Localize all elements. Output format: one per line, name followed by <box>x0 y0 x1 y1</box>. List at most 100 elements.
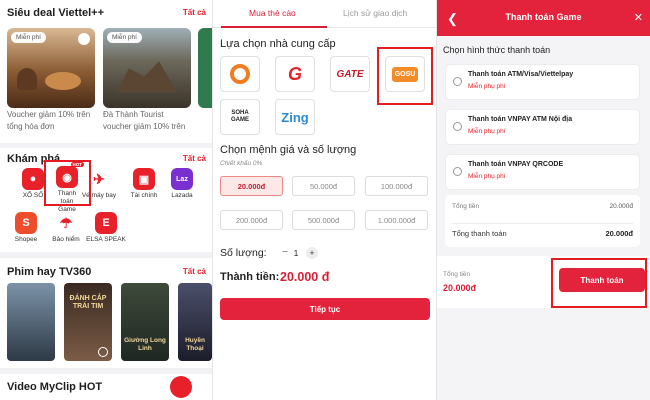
plane-icon: ✈ <box>88 168 110 190</box>
deal-line2: voucher giảm 10% trên <box>103 122 186 131</box>
clips-title: Video MyClip HOT <box>7 381 103 393</box>
poster-title: Huyền Thoại <box>185 337 205 352</box>
deal-line1: Voucher giảm 10% trên <box>7 110 91 119</box>
movies-title: Phim hay TV360 <box>7 266 92 278</box>
deals-section: Siêu deal Viettel++ Tất cả Miễn phí Vouc… <box>0 0 212 143</box>
quantity-plus-button[interactable]: + <box>306 247 318 259</box>
payment-method-vnpay-atm[interactable]: Thanh toán VNPAY ATM Nội địa Miễn phụ ph… <box>445 109 640 145</box>
movies-see-all-link[interactable]: Tất cả <box>183 267 206 276</box>
elsa-icon: E <box>95 212 117 234</box>
food-icon <box>17 68 37 90</box>
method-fee: Miễn phụ phí <box>468 83 506 90</box>
payment-method-vnpay-qr[interactable]: Thanh toán VNPAY QRCODE Miễn phụ phí <box>445 154 640 190</box>
price-option-selected[interactable]: 20.000đ <box>220 176 283 196</box>
price-option[interactable]: 500.000đ <box>292 210 355 230</box>
radio-button[interactable] <box>453 122 462 131</box>
price-title: Chọn mệnh giá và số lượng <box>220 144 357 156</box>
wallet-icon: ▣ <box>133 168 155 190</box>
provider-zing[interactable]: Zing <box>275 99 315 135</box>
gate-logo-icon: GATE <box>336 68 364 80</box>
partner-logo-icon <box>78 33 90 45</box>
divider <box>452 223 633 224</box>
deals-see-all-link[interactable]: Tất cả <box>183 8 206 17</box>
provider-gate[interactable]: GATE <box>330 56 370 92</box>
tab-indicator <box>221 26 327 28</box>
provider-garena[interactable]: G <box>275 56 315 92</box>
explore-section: Khám phá Tất cả ● XỔ SỐ ◉ HOT Thanh toán… <box>0 148 212 252</box>
food-icon <box>45 72 81 90</box>
app-lazada[interactable]: Laz Lazada <box>158 168 206 200</box>
deal-card[interactable]: Miễn phí Voucher giảm 10% trên tổng hóa … <box>7 28 95 132</box>
total-label: Thành tiền: <box>220 271 280 283</box>
mascot-icon[interactable] <box>170 376 192 398</box>
continue-button[interactable]: Tiếp tục <box>220 298 430 320</box>
method-name: Thanh toán VNPAY ATM Nội địa <box>468 116 573 123</box>
deal-card[interactable]: Miễn phí Đà Thành Tourist voucher giảm 1… <box>103 28 191 132</box>
quantity-value[interactable]: 1 <box>290 248 302 258</box>
play-icon <box>98 347 108 357</box>
free-tag: Miễn phí <box>11 32 46 43</box>
discount-text: Chiết khấu 0% <box>220 160 263 167</box>
poster-title: Giường Long Linh <box>124 337 166 352</box>
price-option[interactable]: 50.000đ <box>292 176 355 196</box>
game-payment-panel: ❮ Thanh toán Game ✕ Chọn hình thức thanh… <box>437 0 650 400</box>
deal-card-peek <box>198 28 212 108</box>
provider-title: Lựa chọn nhà cung cấp <box>220 38 336 50</box>
quantity-label: Số lượng: <box>220 247 267 259</box>
movie-poster[interactable] <box>7 283 55 361</box>
clips-section: Video MyClip HOT <box>0 374 212 400</box>
price-option[interactable]: 1.000.000đ <box>365 210 428 230</box>
summary-card: Tổng tiền 20.000đ Tổng thanh toán 20.000… <box>445 195 640 247</box>
highlight-box-gosu <box>377 47 433 105</box>
viettel-home-panel: Siêu deal Viettel++ Tất cả Miễn phí Vouc… <box>0 0 212 400</box>
provider-funtap[interactable] <box>220 56 260 92</box>
subtotal-label: Tổng tiền <box>452 203 480 210</box>
tab-bar: Mua thẻ cào Lịch sử giao dịch <box>213 0 436 28</box>
payment-method-atm-visa[interactable]: Thanh toán ATM/Visa/Viettelpay Miễn phụ … <box>445 64 640 100</box>
header-bar: ❮ Thanh toán Game ✕ <box>437 0 650 36</box>
deal-image: Miễn phí <box>103 28 191 108</box>
radio-button[interactable] <box>453 167 462 176</box>
header-title: Thanh toán Game <box>505 12 582 22</box>
app-label: Lazada <box>171 192 193 199</box>
lottery-icon: ● <box>22 168 44 190</box>
method-fee: Miễn phụ phí <box>468 173 506 180</box>
price-option[interactable]: 100.000đ <box>365 176 428 196</box>
method-name: Thanh toán VNPAY QRCODE <box>468 161 564 168</box>
poster-title: ĐÁNH CẮP TRÁI TIM <box>69 295 107 310</box>
funtap-logo-icon <box>230 64 250 84</box>
quantity-minus-button[interactable]: − <box>280 248 290 258</box>
app-label: ELSA SPEAK <box>86 236 126 243</box>
ruins-icon <box>117 61 177 92</box>
deal-line2: tổng hóa đơn <box>7 122 55 131</box>
movie-poster[interactable]: Giường Long Linh <box>121 283 169 361</box>
method-fee: Miễn phụ phí <box>468 128 506 135</box>
tab-buy-card[interactable]: Mua thẻ cào <box>249 8 296 18</box>
buy-card-panel: Mua thẻ cào Lịch sử giao dịch Lựa chọn n… <box>212 0 437 400</box>
movie-poster[interactable]: Huyền Thoại <box>178 283 212 361</box>
deal-image: Miễn phí <box>7 28 95 108</box>
footer-total-value: 20.000đ <box>443 283 477 293</box>
footer-total-label: Tổng tiền <box>443 271 471 278</box>
highlight-box-game <box>44 160 91 206</box>
radio-button[interactable] <box>453 77 462 86</box>
method-name: Thanh toán ATM/Visa/Viettelpay <box>468 71 574 78</box>
highlight-box-pay <box>551 258 647 308</box>
shopee-icon: S <box>15 212 37 234</box>
total-value: 20.000đ <box>605 229 633 238</box>
close-icon[interactable]: ✕ <box>634 11 643 24</box>
explore-see-all-link[interactable]: Tất cả <box>183 154 206 163</box>
app-elsa[interactable]: E ELSA SPEAK <box>82 212 130 244</box>
price-option[interactable]: 200.000đ <box>220 210 283 230</box>
subtotal-value: 20.000đ <box>609 203 634 210</box>
method-title: Chọn hình thức thanh toán <box>443 45 551 55</box>
total-label: Tổng thanh toán <box>452 229 507 238</box>
tab-history[interactable]: Lịch sử giao dịch <box>343 8 407 18</box>
deals-title: Siêu deal Viettel++ <box>7 7 105 19</box>
lazada-icon: Laz <box>171 168 193 190</box>
movie-poster[interactable]: ĐÁNH CẮP TRÁI TIM <box>64 283 112 361</box>
soha-logo-icon: SOHA GAME <box>231 110 249 123</box>
deal-line1: Đà Thành Tourist <box>103 110 164 119</box>
umbrella-icon: ☂ <box>55 212 77 234</box>
provider-soha[interactable]: SOHA GAME <box>220 99 260 135</box>
